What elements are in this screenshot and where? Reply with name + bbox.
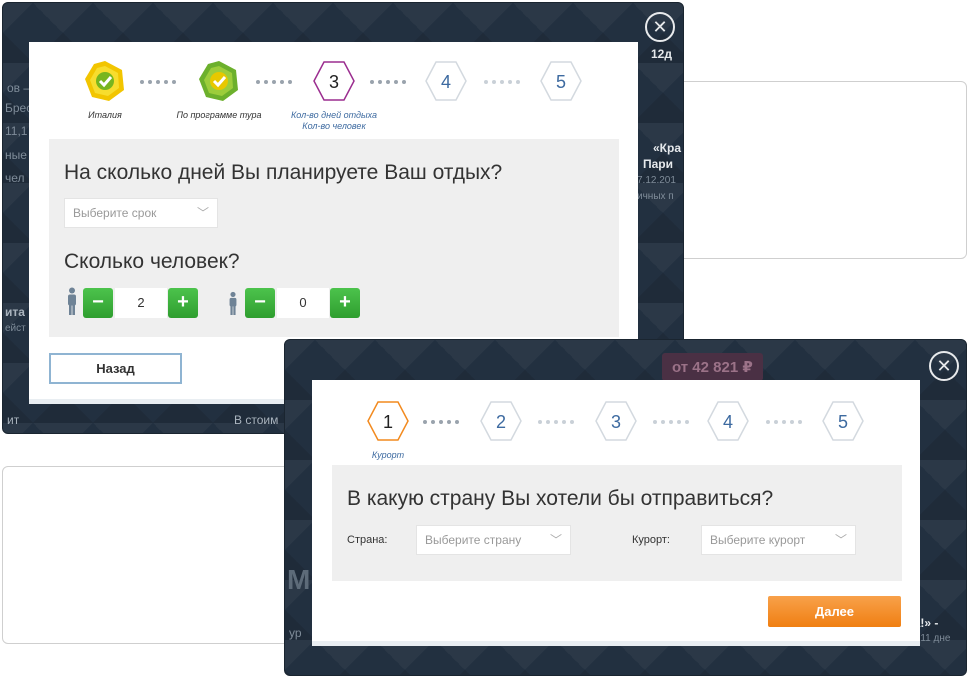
step-connector bbox=[653, 420, 689, 424]
bg-text: 12д bbox=[651, 47, 672, 61]
background-card-left bbox=[2, 466, 302, 644]
step-connector bbox=[484, 80, 520, 84]
hex-step-icon: 3 bbox=[313, 61, 355, 101]
step-label: По программе тура bbox=[176, 110, 262, 120]
step-4[interactable]: 4 bbox=[421, 60, 471, 107]
hex-step-icon: 3 bbox=[595, 401, 637, 441]
svg-text:5: 5 bbox=[556, 72, 566, 92]
bg-text: ичных п bbox=[637, 191, 674, 202]
step-connector bbox=[423, 420, 459, 424]
bg-text: ные bbox=[5, 148, 27, 162]
bg-text: Пари bbox=[643, 157, 674, 171]
modal-country: 1 Курорт 2 3 4 5 В какую страну Вы хотел… bbox=[312, 380, 920, 642]
step-label: Курорт bbox=[371, 450, 405, 460]
svg-text:3: 3 bbox=[611, 412, 621, 432]
bg-text: 7.12.201 bbox=[637, 175, 676, 186]
hex-step-icon: 5 bbox=[540, 61, 582, 101]
step-2-done[interactable]: По программе тура bbox=[176, 60, 262, 121]
hex-step-icon: 4 bbox=[425, 61, 467, 101]
question-country: В какую страну Вы хотели бы отправиться? bbox=[347, 487, 774, 510]
hex-step-icon: 4 bbox=[707, 401, 749, 441]
duration-select[interactable]: Выберите срок ﹀ bbox=[64, 198, 218, 228]
close-icon[interactable]: ✕ bbox=[645, 12, 675, 42]
background-card-right bbox=[668, 81, 967, 259]
step-label: Кол-во дней отдыха Кол-во человек bbox=[290, 110, 378, 131]
form-panel: В какую страну Вы хотели бы отправиться?… bbox=[332, 465, 902, 581]
hex-step-icon: 5 bbox=[822, 401, 864, 441]
bg-text: (11 дне bbox=[917, 633, 951, 644]
step-label: Италия bbox=[88, 110, 122, 120]
chevron-down-icon: ﹀ bbox=[834, 533, 847, 547]
children-minus-button[interactable]: − bbox=[245, 288, 275, 318]
price-badge: от 42 821 ₽ bbox=[662, 353, 763, 381]
adults-count[interactable]: 2 bbox=[115, 288, 167, 318]
svg-text:4: 4 bbox=[441, 72, 451, 92]
bg-text: чел bbox=[5, 171, 25, 185]
step-1-done[interactable]: Италия bbox=[80, 60, 130, 121]
step-progress: Италия По программе тура 3 Кол-во дней о… bbox=[29, 42, 638, 132]
hex-step-icon: 1 bbox=[367, 401, 409, 441]
country-label: Страна: bbox=[347, 534, 388, 546]
screen: ов – Брес 11,1 ные чел ита ейст ит В сто… bbox=[0, 0, 969, 678]
svg-text:2: 2 bbox=[496, 412, 506, 432]
modal-bottom-strip bbox=[312, 641, 920, 646]
adults-plus-button[interactable]: + bbox=[168, 288, 198, 318]
step-1-active[interactable]: 1 Курорт bbox=[363, 400, 413, 461]
bg-text: ит bbox=[7, 413, 20, 427]
adults-minus-button[interactable]: − bbox=[83, 288, 113, 318]
question-days: На сколько дней Вы планируете Ваш отдых? bbox=[64, 161, 503, 184]
bg-text: В стоим bbox=[234, 413, 279, 427]
step-connector bbox=[538, 420, 574, 424]
bg-text: ов – bbox=[7, 81, 31, 95]
check-hex-icon bbox=[85, 61, 124, 101]
step-3[interactable]: 3 bbox=[591, 400, 641, 447]
chevron-down-icon: ﹀ bbox=[196, 206, 209, 220]
step-connector bbox=[766, 420, 802, 424]
step-4[interactable]: 4 bbox=[703, 400, 753, 447]
next-button[interactable]: Далее bbox=[768, 596, 901, 627]
bg-text: ейст bbox=[5, 323, 26, 334]
bg-text: ур bbox=[289, 626, 302, 640]
step-5[interactable]: 5 bbox=[818, 400, 868, 447]
step-connector bbox=[370, 80, 406, 84]
children-plus-button[interactable]: + bbox=[330, 288, 360, 318]
resort-label: Курорт: bbox=[632, 534, 670, 546]
child-person-icon bbox=[229, 291, 237, 315]
bg-text: 11,1 bbox=[5, 124, 28, 138]
adult-person-icon bbox=[68, 287, 76, 315]
svg-text:3: 3 bbox=[329, 72, 339, 92]
resort-select[interactable]: Выберите курорт ﹀ bbox=[701, 525, 856, 555]
step-5[interactable]: 5 bbox=[536, 60, 586, 107]
svg-text:5: 5 bbox=[838, 412, 848, 432]
svg-text:4: 4 bbox=[723, 412, 733, 432]
step-connector bbox=[256, 80, 292, 84]
question-people: Сколько человек? bbox=[64, 250, 240, 273]
close-icon[interactable]: ✕ bbox=[929, 351, 959, 381]
step-progress: 1 Курорт 2 3 4 5 bbox=[312, 380, 920, 460]
svg-text:1: 1 bbox=[383, 412, 393, 432]
hex-step-icon: 2 bbox=[480, 401, 522, 441]
bg-text: «Кра bbox=[653, 141, 682, 155]
step-2[interactable]: 2 bbox=[476, 400, 526, 447]
form-panel: На сколько дней Вы планируете Ваш отдых?… bbox=[49, 139, 619, 337]
check-hex-icon bbox=[199, 61, 238, 101]
step-3-active[interactable]: 3 Кол-во дней отдыха Кол-во человек bbox=[291, 60, 377, 132]
children-count[interactable]: 0 bbox=[277, 288, 329, 318]
bg-text: ита bbox=[5, 305, 25, 319]
chevron-down-icon: ﹀ bbox=[549, 533, 562, 547]
country-select[interactable]: Выберите страну ﹀ bbox=[416, 525, 571, 555]
back-button[interactable]: Назад bbox=[49, 353, 182, 384]
step-connector bbox=[140, 80, 176, 84]
